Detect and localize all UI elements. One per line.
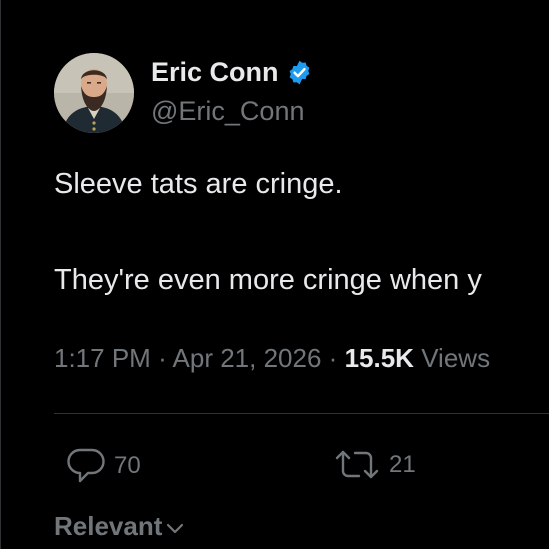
avatar[interactable] — [54, 53, 134, 133]
views-label: Views — [421, 343, 491, 373]
avatar-portrait-image — [54, 53, 134, 133]
meta-separator: · — [158, 343, 167, 373]
views-count[interactable]: 15.5K — [345, 343, 414, 373]
reply-count: 70 — [114, 452, 141, 479]
tweet-time[interactable]: 1:17 PM — [54, 343, 151, 373]
verified-badge-icon[interactable] — [286, 59, 313, 86]
column-border — [0, 0, 1, 549]
tweet-date[interactable]: Apr 21, 2026 — [173, 343, 322, 373]
author-name-row[interactable]: Eric Conn — [151, 57, 313, 88]
retweet-button[interactable]: 21 — [333, 447, 416, 483]
retweet-count: 21 — [389, 451, 416, 478]
meta-separator: · — [328, 343, 338, 373]
chevron-down-icon — [167, 523, 184, 533]
author-display-name[interactable]: Eric Conn — [151, 57, 279, 88]
reply-button[interactable]: 70 — [66, 447, 141, 485]
tweet-text-line-1: Sleeve tats are cringe. — [54, 168, 343, 200]
reply-icon — [67, 448, 105, 483]
divider — [54, 413, 549, 414]
author-handle[interactable]: @Eric_Conn — [151, 96, 304, 127]
tweet-text-line-2: They're even more cringe when y — [54, 264, 482, 296]
sort-label: Relevant — [54, 511, 163, 541]
replies-sort-dropdown[interactable]: Relevant — [54, 511, 185, 542]
tweet-meta: 1:17 PM · Apr 21, 2026 · 15.5K Views — [54, 343, 490, 374]
retweet-icon — [335, 450, 379, 479]
